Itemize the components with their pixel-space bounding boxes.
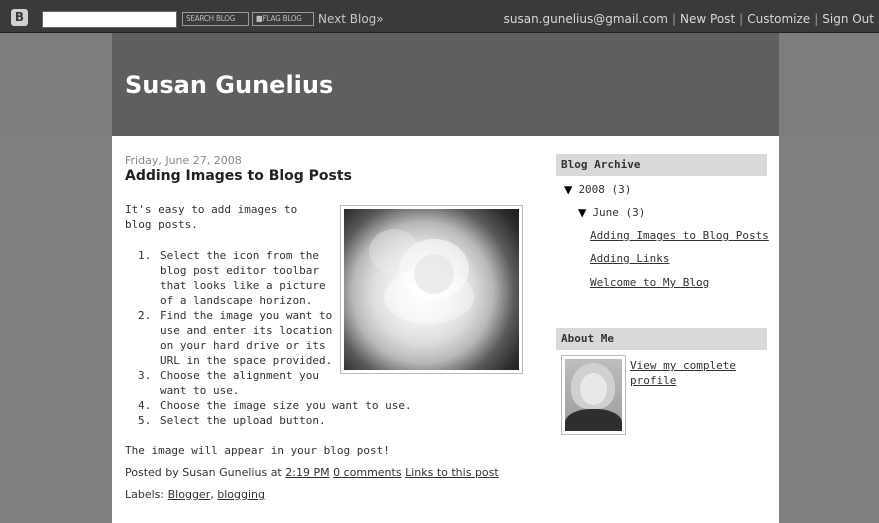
about-me-heading: About Me — [556, 328, 767, 350]
links-to-post-link[interactable]: Links to this post — [405, 466, 499, 479]
account-links: susan.gunelius@gmail.com | New Post | Custom… — [503, 12, 874, 26]
comments-link[interactable]: 0 comments — [333, 466, 402, 479]
post-intro: It's easy to add images to blog posts. — [125, 203, 298, 231]
blog-header: Susan Gunelius — [112, 33, 779, 136]
search-blog-button[interactable]: SEARCH BLOG — [182, 12, 249, 26]
blog-title[interactable]: Susan Gunelius — [125, 71, 333, 99]
avatar[interactable] — [561, 355, 626, 435]
list-item: 4. Choose the image size you want to use. — [138, 399, 412, 412]
label-link[interactable]: Blogger — [168, 488, 211, 501]
steps-list: 1. Select the icon from the blog post edi… — [125, 248, 525, 428]
label-link[interactable]: blogging — [217, 488, 265, 501]
archive-month-toggle[interactable]: ▼ June (3) — [578, 205, 645, 221]
flag-blog-button[interactable]: ■FLAG BLOG — [252, 12, 314, 26]
blogger-navbar: B SEARCH BLOG ■FLAG BLOG Next Blog» susa… — [0, 0, 879, 33]
triangle-down-icon[interactable]: ▼ — [564, 182, 572, 198]
post-labels: Labels: Blogger, blogging — [125, 488, 265, 501]
post-footer: Posted by Susan Gunelius at 2:19 PM 0 co… — [125, 466, 499, 479]
post-title[interactable]: Adding Images to Blog Posts — [125, 168, 352, 184]
triangle-down-icon[interactable]: ▼ — [578, 205, 586, 221]
profile-photo — [565, 359, 622, 431]
archive-post-link[interactable]: Welcome to My Blog — [590, 276, 709, 289]
account-email: susan.gunelius@gmail.com — [503, 12, 668, 26]
customize-link[interactable]: Customize — [747, 12, 810, 26]
archive-post-link[interactable]: Adding Images to Blog Posts — [590, 229, 769, 242]
post-time-link[interactable]: 2:19 PM — [285, 466, 329, 479]
list-item: 5. Select the upload button. — [138, 414, 326, 427]
list-item: 3. Choose the alignment you want to use. — [138, 369, 319, 397]
archive-post-link[interactable]: Adding Links — [590, 252, 669, 265]
search-input[interactable] — [42, 11, 177, 28]
labels-prefix: Labels: — [125, 488, 165, 501]
post-closing: The image will appear in your blog post! — [125, 444, 390, 457]
archive-year-toggle[interactable]: ▼ 2008 (3) — [564, 182, 631, 198]
blog-archive-heading: Blog Archive — [556, 154, 767, 176]
blogger-logo-icon[interactable]: B — [11, 9, 28, 26]
list-item: 1. Select the icon from the blog post edi… — [138, 249, 326, 307]
next-blog-link[interactable]: Next Blog» — [318, 12, 384, 26]
list-item: 2. Find the image you want to use and ent… — [138, 309, 333, 367]
main-content: Friday, June 27, 2008 Adding Images to B… — [112, 136, 779, 523]
posted-by: Posted by Susan Gunelius at — [125, 466, 282, 479]
new-post-link[interactable]: New Post — [680, 12, 735, 26]
sign-out-link[interactable]: Sign Out — [822, 12, 874, 26]
view-profile-link[interactable]: View my complete profile — [630, 358, 770, 388]
post-date: Friday, June 27, 2008 — [125, 154, 242, 167]
